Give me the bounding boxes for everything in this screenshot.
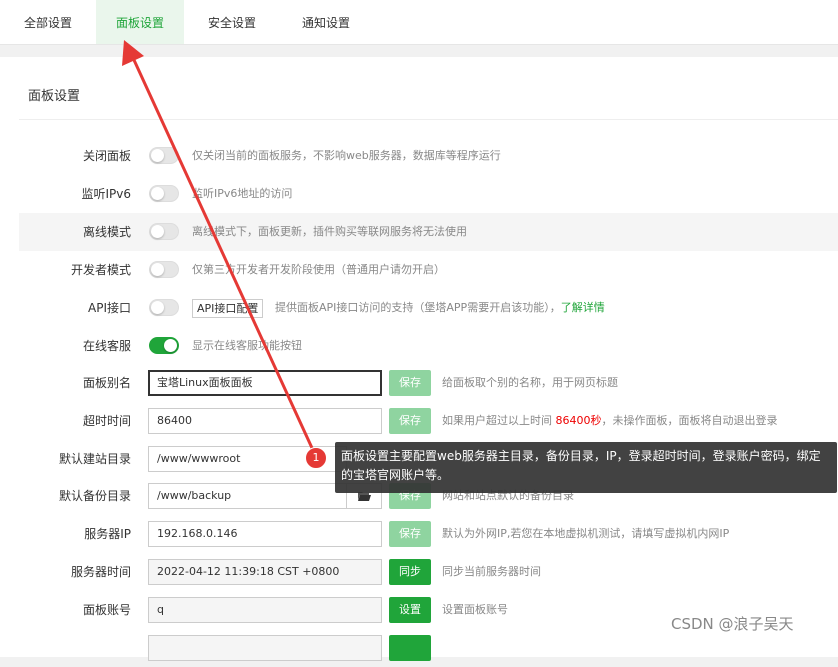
online-service-label: 在线客服 bbox=[82, 339, 131, 353]
ipv6-label: 监听IPv6 bbox=[81, 187, 131, 201]
developer-mode-toggle[interactable] bbox=[149, 261, 179, 278]
row-server-ip: 服务器IP 192.168.0.146 保存 默认为外网IP,若您在本地虚拟机测… bbox=[19, 515, 838, 553]
settings-panel: 面板设置 关闭面板 仅关闭当前的面板服务，不影响web服务器，数据库等程序运行 … bbox=[0, 57, 838, 661]
backup-dir-label: 默认备份目录 bbox=[58, 489, 131, 503]
server-time-input: 2022-04-12 11:39:18 CST +0800 bbox=[148, 559, 382, 585]
tab-security-settings[interactable]: 安全设置 bbox=[184, 0, 280, 44]
server-time-label: 服务器时间 bbox=[70, 565, 131, 579]
api-label: API接口 bbox=[88, 301, 131, 315]
annotation-badge: 1 bbox=[305, 447, 327, 469]
close-panel-label: 关闭面板 bbox=[82, 149, 131, 163]
server-ip-label: 服务器IP bbox=[84, 527, 131, 541]
site-dir-label: 默认建站目录 bbox=[58, 452, 131, 466]
ipv6-desc: 监听IPv6地址的访问 bbox=[192, 187, 293, 200]
server-ip-save-button[interactable]: 保存 bbox=[389, 521, 431, 547]
timeout-desc-pre: 如果用户超过以上时间 bbox=[442, 414, 556, 427]
close-panel-toggle[interactable] bbox=[149, 147, 179, 164]
row-online-service: 在线客服 显示在线客服功能按钮 bbox=[19, 327, 838, 365]
panel-alias-label: 面板别名 bbox=[82, 376, 131, 390]
close-panel-desc: 仅关闭当前的面板服务，不影响web服务器，数据库等程序运行 bbox=[192, 149, 501, 162]
timeout-input[interactable]: 86400 bbox=[148, 408, 382, 434]
server-ip-desc: 默认为外网IP,若您在本地虚拟机测试，请填写虚拟机内网IP bbox=[442, 527, 730, 540]
row-timeout: 超时时间 86400 保存 如果用户超过以上时间 86400秒，未操作面板，面板… bbox=[19, 402, 838, 440]
tab-notification-settings[interactable]: 通知设置 bbox=[280, 0, 372, 44]
panel-title: 面板设置 bbox=[28, 89, 81, 104]
tab-panel-settings[interactable]: 面板设置 bbox=[96, 0, 184, 44]
ipv6-toggle[interactable] bbox=[149, 185, 179, 202]
row-close-panel: 关闭面板 仅关闭当前的面板服务，不影响web服务器，数据库等程序运行 bbox=[19, 137, 838, 175]
server-time-sync-button[interactable]: 同步 bbox=[389, 559, 431, 585]
panel-alias-input[interactable]: 宝塔Linux面板面板 bbox=[148, 370, 382, 396]
server-time-desc: 同步当前服务器时间 bbox=[442, 565, 541, 578]
api-learn-more-link[interactable]: 了解详情 bbox=[561, 301, 605, 314]
panel-account-desc: 设置面板账号 bbox=[442, 603, 508, 616]
timeout-label: 超时时间 bbox=[82, 414, 131, 428]
timeout-desc-seconds: 86400秒 bbox=[555, 414, 602, 427]
annotation-tooltip: 面板设置主要配置web服务器主目录，备份目录，IP，登录超时时间，登录账户密码，… bbox=[335, 442, 837, 493]
offline-mode-desc: 离线模式下，面板更新，插件购买等联网服务将无法使用 bbox=[192, 225, 467, 238]
offline-mode-label: 离线模式 bbox=[82, 225, 131, 239]
watermark: CSDN @浪子吴天 bbox=[671, 615, 794, 633]
row-ipv6: 监听IPv6 监听IPv6地址的访问 bbox=[19, 175, 838, 213]
offline-mode-toggle[interactable] bbox=[149, 223, 179, 240]
api-desc: 提供面板API接口访问的支持（堡塔APP需要开启该功能）， bbox=[275, 301, 561, 314]
panel-account-input: q bbox=[148, 597, 382, 623]
backup-dir-input[interactable]: /www/backup bbox=[148, 483, 347, 509]
row-offline-mode: 离线模式 离线模式下，面板更新，插件购买等联网服务将无法使用 bbox=[19, 213, 838, 251]
api-desc-wrap: 提供面板API接口访问的支持（堡塔APP需要开启该功能），了解详情 bbox=[275, 289, 605, 327]
timeout-desc-post: ，未操作面板，面板将自动退出登录 bbox=[601, 414, 778, 427]
row-panel-alias: 面板别名 宝塔Linux面板面板 保存 给面板取个别的名称，用于网页标题 bbox=[19, 364, 838, 402]
developer-mode-label: 开发者模式 bbox=[70, 263, 131, 277]
tab-bar: 全部设置 面板设置 安全设置 通知设置 bbox=[0, 0, 838, 45]
server-ip-input[interactable]: 192.168.0.146 bbox=[148, 521, 382, 547]
next-row-button[interactable] bbox=[389, 635, 431, 661]
row-api: API接口 API接口配置 提供面板API接口访问的支持（堡塔APP需要开启该功… bbox=[19, 289, 838, 327]
timeout-save-button[interactable]: 保存 bbox=[389, 408, 431, 434]
api-config-button[interactable]: API接口配置 bbox=[192, 299, 264, 318]
next-row-input[interactable] bbox=[148, 635, 382, 661]
online-service-desc: 显示在线客服功能按钮 bbox=[192, 339, 302, 352]
divider bbox=[19, 119, 838, 120]
row-server-time: 服务器时间 2022-04-12 11:39:18 CST +0800 同步 同… bbox=[19, 553, 838, 591]
row-next-partial bbox=[19, 629, 838, 667]
online-service-toggle[interactable] bbox=[149, 337, 179, 354]
row-developer-mode: 开发者模式 仅第三方开发者开发阶段使用（普通用户请勿开启） bbox=[19, 251, 838, 289]
panel-alias-desc: 给面板取个别的名称，用于网页标题 bbox=[442, 376, 618, 389]
panel-account-set-button[interactable]: 设置 bbox=[389, 597, 431, 623]
developer-mode-desc: 仅第三方开发者开发阶段使用（普通用户请勿开启） bbox=[192, 263, 445, 276]
tab-all-settings[interactable]: 全部设置 bbox=[0, 0, 96, 44]
panel-account-label: 面板账号 bbox=[82, 603, 131, 617]
api-toggle[interactable] bbox=[149, 299, 179, 316]
panel-alias-save-button[interactable]: 保存 bbox=[389, 370, 431, 396]
timeout-desc: 如果用户超过以上时间 86400秒，未操作面板，面板将自动退出登录 bbox=[442, 402, 778, 440]
